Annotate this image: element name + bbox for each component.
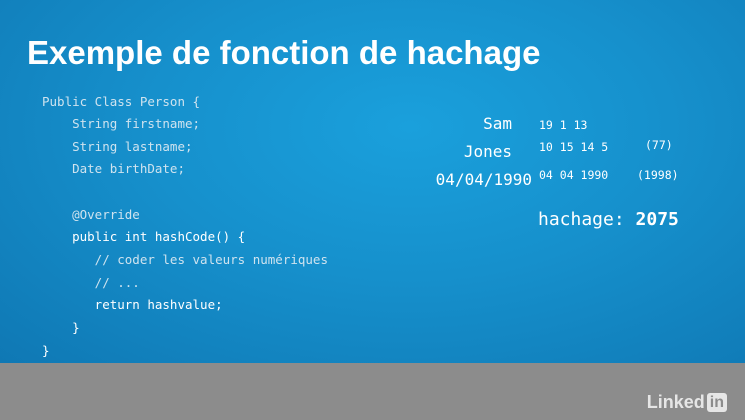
hash-label: hachage:: [538, 209, 625, 230]
hash-result: hachage: 2075: [538, 209, 679, 230]
linkedin-logo: Linked in: [647, 392, 727, 413]
field-sum-lastname: (77): [645, 138, 673, 152]
logo-text: Linked: [646, 392, 705, 412]
logo-badge: in: [706, 393, 727, 412]
code-line: @Override: [42, 207, 140, 222]
field-value-lastname: Jones: [463, 142, 512, 161]
field-value-birthdate: 04/04/1990: [435, 170, 532, 189]
field-value-firstname: Sam: [483, 114, 512, 133]
slide: Exemple de fonction de hachage Public Cl…: [0, 0, 745, 363]
code-line: String lastname;: [42, 139, 193, 154]
code-line: return hashvalue;: [42, 297, 223, 312]
code-line: // coder les valeurs numériques: [42, 252, 328, 267]
code-line: }: [42, 343, 50, 358]
hash-value: 2075: [635, 209, 679, 230]
code-line: String firstname;: [42, 116, 201, 131]
field-sum-birthdate: (1998): [637, 168, 679, 182]
code-line: public int hashCode() {: [42, 229, 246, 244]
code-line: Public Class Person {: [42, 94, 201, 109]
code-line: }: [42, 320, 80, 335]
field-encoding-birthdate: 04 04 1990: [539, 168, 609, 182]
field-encoding-lastname: 10 15 14 5: [539, 140, 609, 154]
code-line: Date birthDate;: [42, 161, 185, 176]
code-line: // ...: [42, 275, 140, 290]
field-encoding-firstname: 19 1 13: [539, 118, 588, 132]
bottom-band: [0, 363, 745, 420]
slide-title: Exemple de fonction de hachage: [27, 34, 541, 71]
